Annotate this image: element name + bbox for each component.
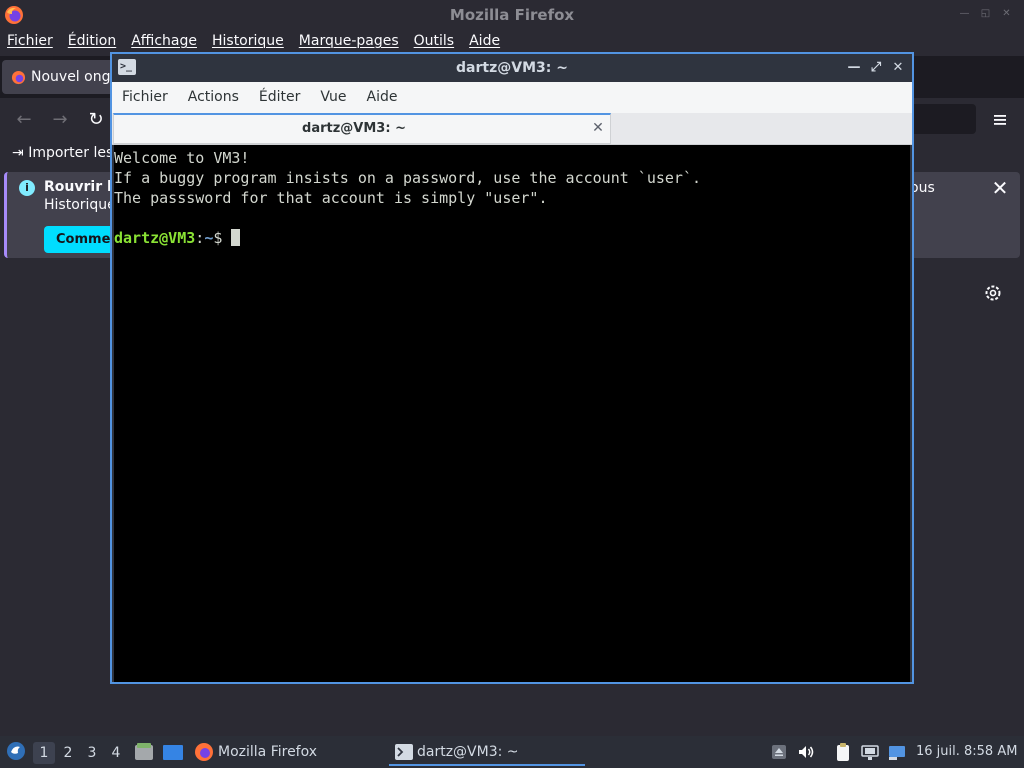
terminal-tab[interactable]: dartz@VM3: ~ ✕	[113, 113, 611, 144]
show-desktop-icon[interactable]	[162, 741, 184, 763]
close-icon[interactable]: ✕	[1001, 8, 1012, 19]
menu-historique[interactable]: Historique	[212, 29, 284, 53]
terminal-line: If a buggy program insists on a password…	[114, 169, 701, 187]
terminal-tabbar: dartz@VM3: ~ ✕	[112, 113, 912, 145]
menu-aide[interactable]: Aide	[469, 29, 500, 53]
prompt-user-host: dartz@VM3	[114, 229, 196, 247]
clock[interactable]: 16 juil. 8:58 AM	[916, 742, 1017, 762]
terminal-tab-label: dartz@VM3: ~	[302, 121, 406, 136]
menu-fichier[interactable]: Fichier	[122, 82, 168, 113]
menu-editer[interactable]: Éditer	[259, 82, 300, 113]
terminal-line: The passsword for that account is simply…	[114, 189, 548, 207]
menu-fichier[interactable]: Fichier	[7, 29, 53, 53]
text-cursor	[231, 229, 241, 246]
menu-marque-pages[interactable]: Marque-pages	[299, 29, 399, 53]
forward-arrow-icon[interactable]: →	[48, 108, 72, 132]
back-arrow-icon[interactable]: ←	[12, 108, 36, 132]
taskbar: 1 2 3 4 Mozilla Firefox dartz@VM3: ~ 16 …	[0, 736, 1024, 768]
prompt-directory: ~	[204, 229, 214, 247]
firefox-icon	[195, 743, 213, 761]
maximize-icon[interactable]: ◱	[980, 8, 991, 19]
volume-icon[interactable]	[796, 742, 816, 762]
terminal-output[interactable]: Welcome to VM3! If a buggy program insis…	[114, 145, 910, 682]
terminal-prompt: dartz@VM3:~$	[114, 228, 910, 248]
network-icon[interactable]	[860, 742, 880, 762]
maximize-icon[interactable]: ⤢	[868, 58, 884, 78]
workspace-4[interactable]: 4	[105, 742, 127, 764]
terminal-window[interactable]: >_ dartz@VM3: ~ — ⤢ ✕ Fichier Actions Éd…	[110, 52, 914, 684]
firefox-menubar: Fichier Édition Affichage Historique Mar…	[0, 29, 1024, 53]
terminal-window-title: dartz@VM3: ~	[456, 60, 568, 76]
terminal-menubar: Fichier Actions Éditer Vue Aide	[112, 82, 912, 113]
task-label: dartz@VM3: ~	[417, 744, 519, 760]
minimize-icon[interactable]: —	[846, 58, 862, 78]
reload-icon[interactable]: ↻	[84, 108, 108, 132]
terminal-line: Welcome to VM3!	[114, 149, 250, 167]
infobar-close-icon[interactable]: ✕	[990, 178, 1010, 198]
menu-affichage[interactable]: Affichage	[131, 29, 197, 53]
firefox-titlebar[interactable]: Mozilla Firefox — ◱ ✕	[0, 0, 1024, 29]
menu-edition[interactable]: Édition	[68, 29, 116, 53]
menu-outils[interactable]: Outils	[414, 29, 454, 53]
menu-actions[interactable]: Actions	[188, 82, 239, 113]
eject-icon[interactable]	[769, 742, 789, 762]
clipboard-icon[interactable]	[833, 742, 853, 762]
import-bookmarks-link[interactable]: ⇥ Importer les	[12, 145, 113, 161]
terminal-icon	[395, 744, 413, 760]
prompt-symbol: $	[213, 229, 223, 247]
import-icon: ⇥	[12, 145, 24, 161]
firefox-window-title: Mozilla Firefox	[449, 6, 575, 24]
minimize-icon[interactable]: —	[959, 8, 970, 19]
infobar-subtitle: Historique	[44, 197, 116, 213]
firefox-icon	[11, 70, 26, 85]
desktop: Mozilla Firefox — ◱ ✕ Fichier Édition Af…	[0, 0, 1024, 768]
menu-aide[interactable]: Aide	[367, 82, 398, 113]
workspace-3[interactable]: 3	[81, 742, 103, 764]
task-terminal[interactable]: dartz@VM3: ~	[389, 738, 585, 766]
start-menu-icon[interactable]	[5, 740, 27, 762]
info-icon: i	[19, 180, 35, 196]
notifications-icon[interactable]	[887, 742, 907, 762]
file-manager-icon[interactable]	[133, 741, 155, 763]
terminal-titlebar[interactable]: >_ dartz@VM3: ~ — ⤢ ✕	[112, 54, 912, 82]
prompt-colon: :	[195, 229, 205, 247]
menu-vue[interactable]: Vue	[320, 82, 346, 113]
task-firefox[interactable]: Mozilla Firefox	[190, 738, 380, 766]
workspace-1[interactable]: 1	[33, 742, 55, 764]
import-label: Importer les	[28, 145, 114, 161]
task-label: Mozilla Firefox	[218, 744, 318, 760]
tab-close-icon[interactable]: ✕	[590, 120, 606, 136]
workspace-2[interactable]: 2	[57, 742, 79, 764]
close-icon[interactable]: ✕	[890, 58, 906, 78]
gear-icon[interactable]	[983, 283, 1003, 303]
hamburger-menu-icon[interactable]	[988, 108, 1012, 132]
